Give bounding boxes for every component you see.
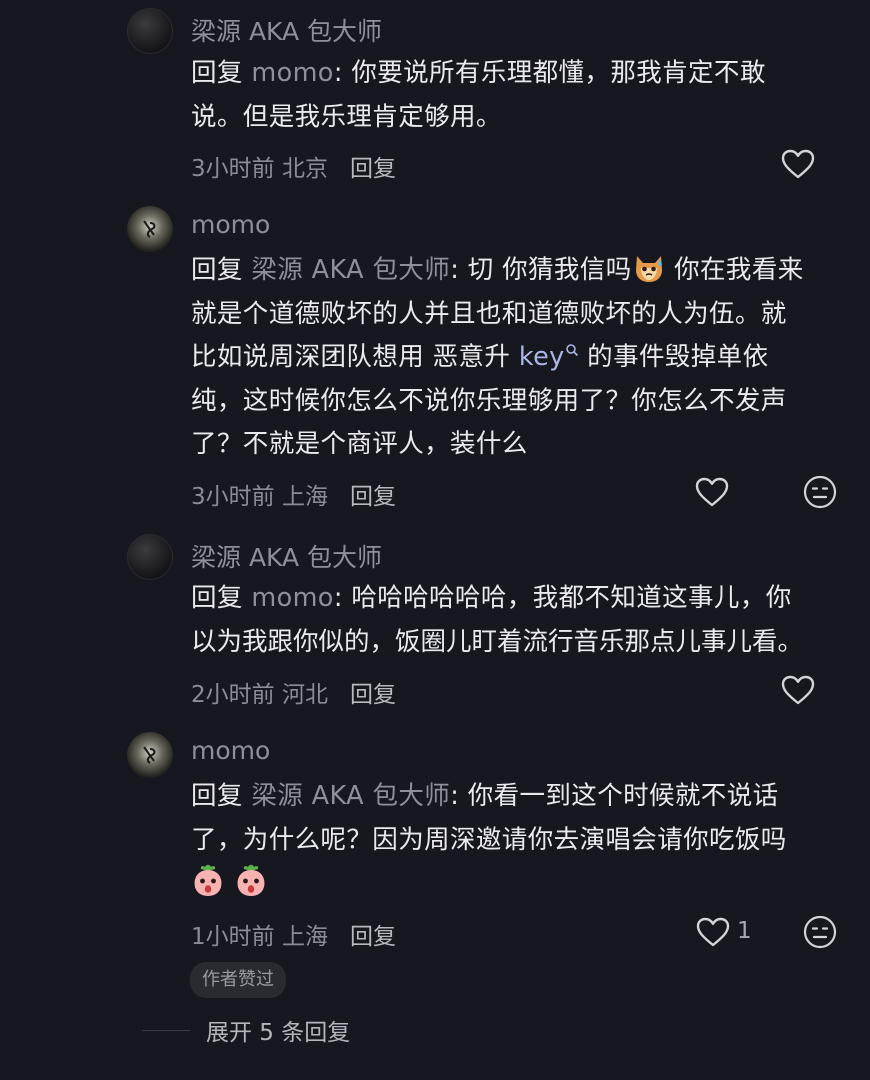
cat-sweat-emoji-icon xyxy=(635,256,662,282)
comment-text: 回复 momo: 你要说所有乐理都懂，那我肯定不敢 说。但是我乐理肯定够用。 xyxy=(191,52,841,139)
comment-line: 你看一到这个时候就不说话 xyxy=(467,781,779,811)
timestamp: 3小时前 xyxy=(191,156,275,182)
comment-line: 就是个道德败坏的人并且也和道德败坏的人为伍。就 xyxy=(191,298,787,329)
reply-button[interactable]: 回复 xyxy=(350,917,396,951)
location: 河北 xyxy=(281,682,328,708)
reply-prefix: 回复 xyxy=(191,58,243,88)
location: 上海 xyxy=(281,484,328,510)
comment-meta: 2小时前 河北 回复 xyxy=(191,675,396,709)
avatar[interactable] xyxy=(127,206,173,252)
peach-shock-emoji-icon xyxy=(237,864,264,896)
timestamp: 3小时前 xyxy=(191,484,275,510)
username[interactable]: 梁源 AKA 包大师 xyxy=(191,538,382,574)
author-liked-badge: 作者赞过 xyxy=(190,962,286,998)
comment-line: 哈哈哈哈哈哈，我都不知道这事儿，你 xyxy=(351,583,792,613)
comment-meta: 3小时前 上海 回复 xyxy=(191,477,396,511)
reply-prefix: 回复 xyxy=(191,583,243,613)
reply-target[interactable]: momo xyxy=(251,58,333,88)
comment-line: 你在我看来 xyxy=(665,255,804,285)
comment-text: 回复 momo: 哈哈哈哈哈哈，我都不知道这事儿，你 以为我跟你似的，饭圈儿盯着… xyxy=(191,577,861,664)
timestamp: 2小时前 xyxy=(191,682,275,708)
location: 北京 xyxy=(281,156,328,182)
emoji-row xyxy=(191,862,841,906)
heart-icon[interactable] xyxy=(695,477,729,507)
reply-target[interactable]: 梁源 AKA 包大师 xyxy=(251,781,450,811)
heart-icon[interactable] xyxy=(781,675,815,705)
like-count: 1 xyxy=(737,918,752,944)
avatar[interactable] xyxy=(127,8,173,54)
comment-line: 了？不就是个商评人，装什么 xyxy=(191,429,528,459)
reply-button[interactable]: 回复 xyxy=(350,149,396,183)
comment-line: 比如说周深团队想用 恶意升 xyxy=(191,342,511,372)
avatar-mark-icon xyxy=(143,220,156,238)
username[interactable]: momo xyxy=(191,736,270,765)
comment-meta: 3小时前 北京 回复 xyxy=(191,149,396,183)
keyword: key xyxy=(518,342,565,372)
reply-button[interactable]: 回复 xyxy=(350,477,396,511)
timestamp: 1小时前 xyxy=(191,924,275,950)
reply-target[interactable]: 梁源 AKA 包大师 xyxy=(251,255,450,285)
reply-prefix: 回复 xyxy=(191,781,243,811)
username[interactable]: momo xyxy=(191,210,270,239)
comment-line: 说。但是我乐理肯定够用。 xyxy=(191,101,502,132)
dislike-face-icon[interactable] xyxy=(803,915,837,949)
comment-line: 了，为什么呢？因为周深邀请你去演唱会请你吃饭吗 xyxy=(191,824,787,855)
avatar[interactable] xyxy=(127,732,173,778)
avatar-mark-icon xyxy=(143,746,156,764)
heart-icon[interactable] xyxy=(781,149,815,179)
comment-line: 的事件毁掉单依 xyxy=(578,342,769,372)
comment-text: 回复 梁源 AKA 包大师: 切 你猜我信吗 你在我看来 就是个道德败坏的人并且… xyxy=(191,249,841,467)
heart-icon[interactable] xyxy=(696,917,730,947)
comment-line: 切 你猜我信吗 xyxy=(467,255,632,285)
expand-replies-button[interactable]: 展开 5 条回复 xyxy=(142,1013,350,1047)
peach-shock-emoji-icon xyxy=(194,864,222,896)
comment-line: 你要说所有乐理都懂，那我肯定不敢 xyxy=(351,58,766,88)
reply-target[interactable]: momo xyxy=(251,583,333,613)
search-keyword-link[interactable]: key xyxy=(519,342,579,372)
username[interactable]: 梁源 AKA 包大师 xyxy=(191,12,382,48)
location: 上海 xyxy=(281,924,328,950)
comment-meta: 1小时前 上海 回复 xyxy=(191,917,396,951)
avatar[interactable] xyxy=(127,534,173,580)
reply-prefix: 回复 xyxy=(191,255,243,285)
reply-button[interactable]: 回复 xyxy=(350,675,396,709)
divider xyxy=(142,1029,190,1031)
dislike-face-icon[interactable] xyxy=(803,475,837,509)
comment-text: 回复 梁源 AKA 包大师: 你看一到这个时候就不说话 了，为什么呢？因为周深邀… xyxy=(191,775,841,906)
comment-line: 纯，这时候你怎么不说你乐理够用了？你怎么不发声 xyxy=(191,385,787,416)
search-icon xyxy=(565,344,578,357)
comment-line: 以为我跟你似的，饭圈儿盯着流行音乐那点儿事儿看。 xyxy=(191,626,804,657)
expand-replies-label: 展开 5 条回复 xyxy=(206,1020,351,1046)
